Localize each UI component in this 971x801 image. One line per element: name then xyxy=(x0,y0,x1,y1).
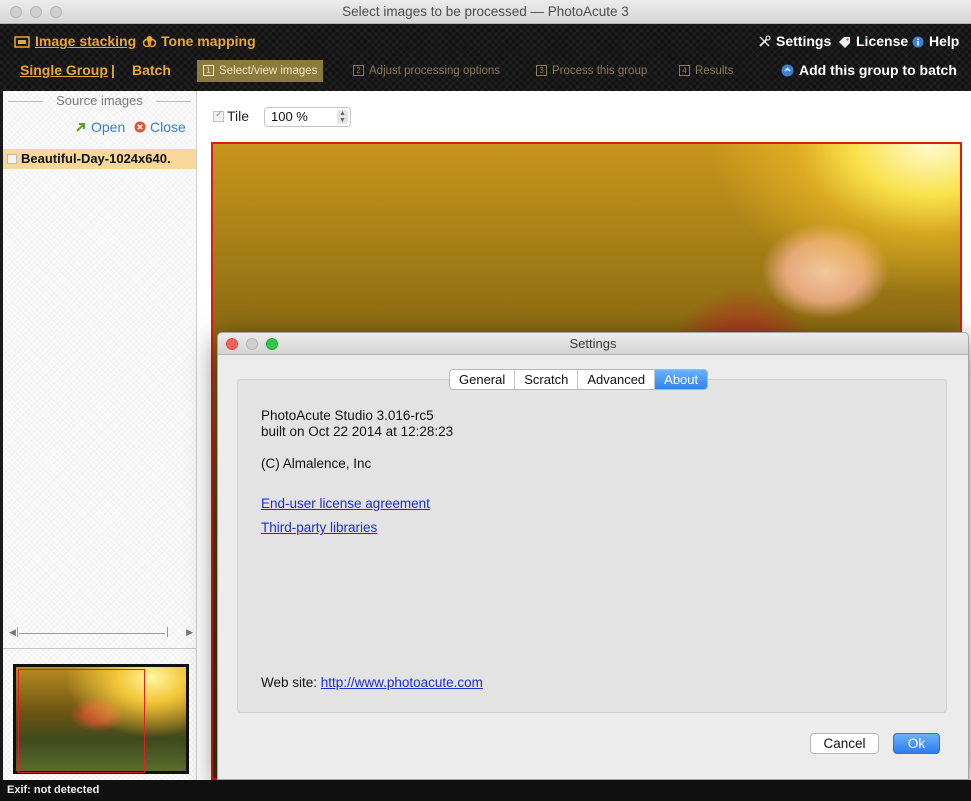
tone-mapping-link[interactable]: Tone mapping xyxy=(142,33,256,49)
step-results[interactable]: 4 Results xyxy=(673,60,739,82)
help-link[interactable]: Help xyxy=(912,33,959,49)
zoom-stepper-icon[interactable]: ▲ ▼ xyxy=(337,110,348,124)
panel-divider xyxy=(3,648,196,649)
close-button[interactable]: Close xyxy=(134,119,186,135)
tab-general[interactable]: General xyxy=(450,370,516,389)
step-adjust-processing-options[interactable]: 2 Adjust processing options xyxy=(347,60,506,82)
dialog-zoom-button[interactable] xyxy=(266,338,278,350)
window-zoom-button[interactable] xyxy=(50,6,62,18)
tab-about[interactable]: About xyxy=(655,370,708,389)
close-circle-icon xyxy=(134,121,146,133)
monitor-icon xyxy=(14,36,30,48)
scroll-right-icon[interactable]: ▶ xyxy=(186,627,193,638)
file-checkbox[interactable] xyxy=(7,154,17,164)
zoom-select[interactable]: 100 % ▲ ▼ xyxy=(264,107,351,127)
window-close-button[interactable] xyxy=(10,6,22,18)
open-button[interactable]: Open xyxy=(75,119,125,135)
tab-advanced[interactable]: Advanced xyxy=(578,370,656,389)
settings-dialog: Settings General Scratch Advanced About … xyxy=(217,332,969,780)
version-text: PhotoAcute Studio 3.016-rc5 xyxy=(261,408,434,423)
open-arrow-icon xyxy=(76,123,85,132)
mode-separator: | xyxy=(111,62,115,78)
step-process-this-group[interactable]: 3 Process this group xyxy=(530,60,653,82)
dialog-title: Settings xyxy=(569,336,617,351)
ok-button[interactable]: Ok xyxy=(893,733,940,754)
build-date-text: built on Oct 22 2014 at 12:28:23 xyxy=(261,424,454,439)
scroll-left-icon[interactable]: ◀ xyxy=(9,627,16,638)
dialog-titlebar: Settings xyxy=(218,333,968,355)
image-thumbnail[interactable] xyxy=(13,664,189,774)
settings-tabs: General Scratch Advanced About xyxy=(449,369,709,390)
source-images-title: Source images xyxy=(3,93,196,108)
tools-icon xyxy=(759,35,771,47)
copyright-text: (C) Almalence, Inc xyxy=(261,456,372,471)
source-images-panel: Source images Open Close Beautiful-Day-1… xyxy=(3,91,196,780)
add-to-batch-button[interactable]: Add this group to batch xyxy=(781,62,957,78)
image-stacking-link[interactable]: Image stacking xyxy=(14,33,136,49)
app-header: Image stacking Tone mapping Settings Lic… xyxy=(0,24,971,91)
scroll-track-start xyxy=(17,627,18,637)
tile-checkbox[interactable] xyxy=(213,109,224,122)
file-list-scrollbar[interactable]: ◀ ▶ xyxy=(9,627,193,639)
window-minimize-button[interactable] xyxy=(30,6,42,18)
window-titlebar: Select images to be processed — PhotoAcu… xyxy=(0,0,971,24)
tile-label: Tile xyxy=(227,108,250,124)
info-icon xyxy=(912,36,924,48)
settings-link[interactable]: Settings xyxy=(758,33,831,49)
window-title: Select images to be processed — PhotoAcu… xyxy=(342,4,629,19)
thumbnail-view-rect[interactable] xyxy=(18,669,145,773)
step-select-view-images[interactable]: 1 Select/view images xyxy=(197,60,324,82)
dialog-minimize-button[interactable] xyxy=(246,338,258,350)
add-batch-icon xyxy=(781,64,794,77)
website-link[interactable]: http://www.photoacute.com xyxy=(321,675,483,690)
tab-scratch[interactable]: Scratch xyxy=(515,370,579,389)
source-file-item[interactable]: Beautiful-Day-1024x640. xyxy=(3,149,196,169)
website-label: Web site: xyxy=(261,675,318,690)
license-tag-icon xyxy=(839,37,850,48)
tone-mapping-icon xyxy=(142,36,156,48)
scroll-track xyxy=(19,633,165,634)
single-group-link[interactable]: Single Group xyxy=(20,62,108,78)
thumbnail-image xyxy=(16,667,186,773)
batch-link[interactable]: Batch xyxy=(132,62,171,78)
zoom-value: 100 % xyxy=(271,109,308,124)
exif-status: Exif: not detected xyxy=(7,784,100,796)
website-row: Web site: http://www.photoacute.com xyxy=(261,675,483,690)
cancel-button[interactable]: Cancel xyxy=(810,733,879,754)
license-link[interactable]: License xyxy=(838,33,908,49)
dialog-close-button[interactable] xyxy=(226,338,238,350)
eula-link[interactable]: End-user license agreement xyxy=(261,496,430,511)
third-party-libraries-link[interactable]: Third-party libraries xyxy=(261,520,377,535)
scroll-track-end xyxy=(167,627,168,637)
status-bar: Exif: not detected xyxy=(0,780,971,801)
